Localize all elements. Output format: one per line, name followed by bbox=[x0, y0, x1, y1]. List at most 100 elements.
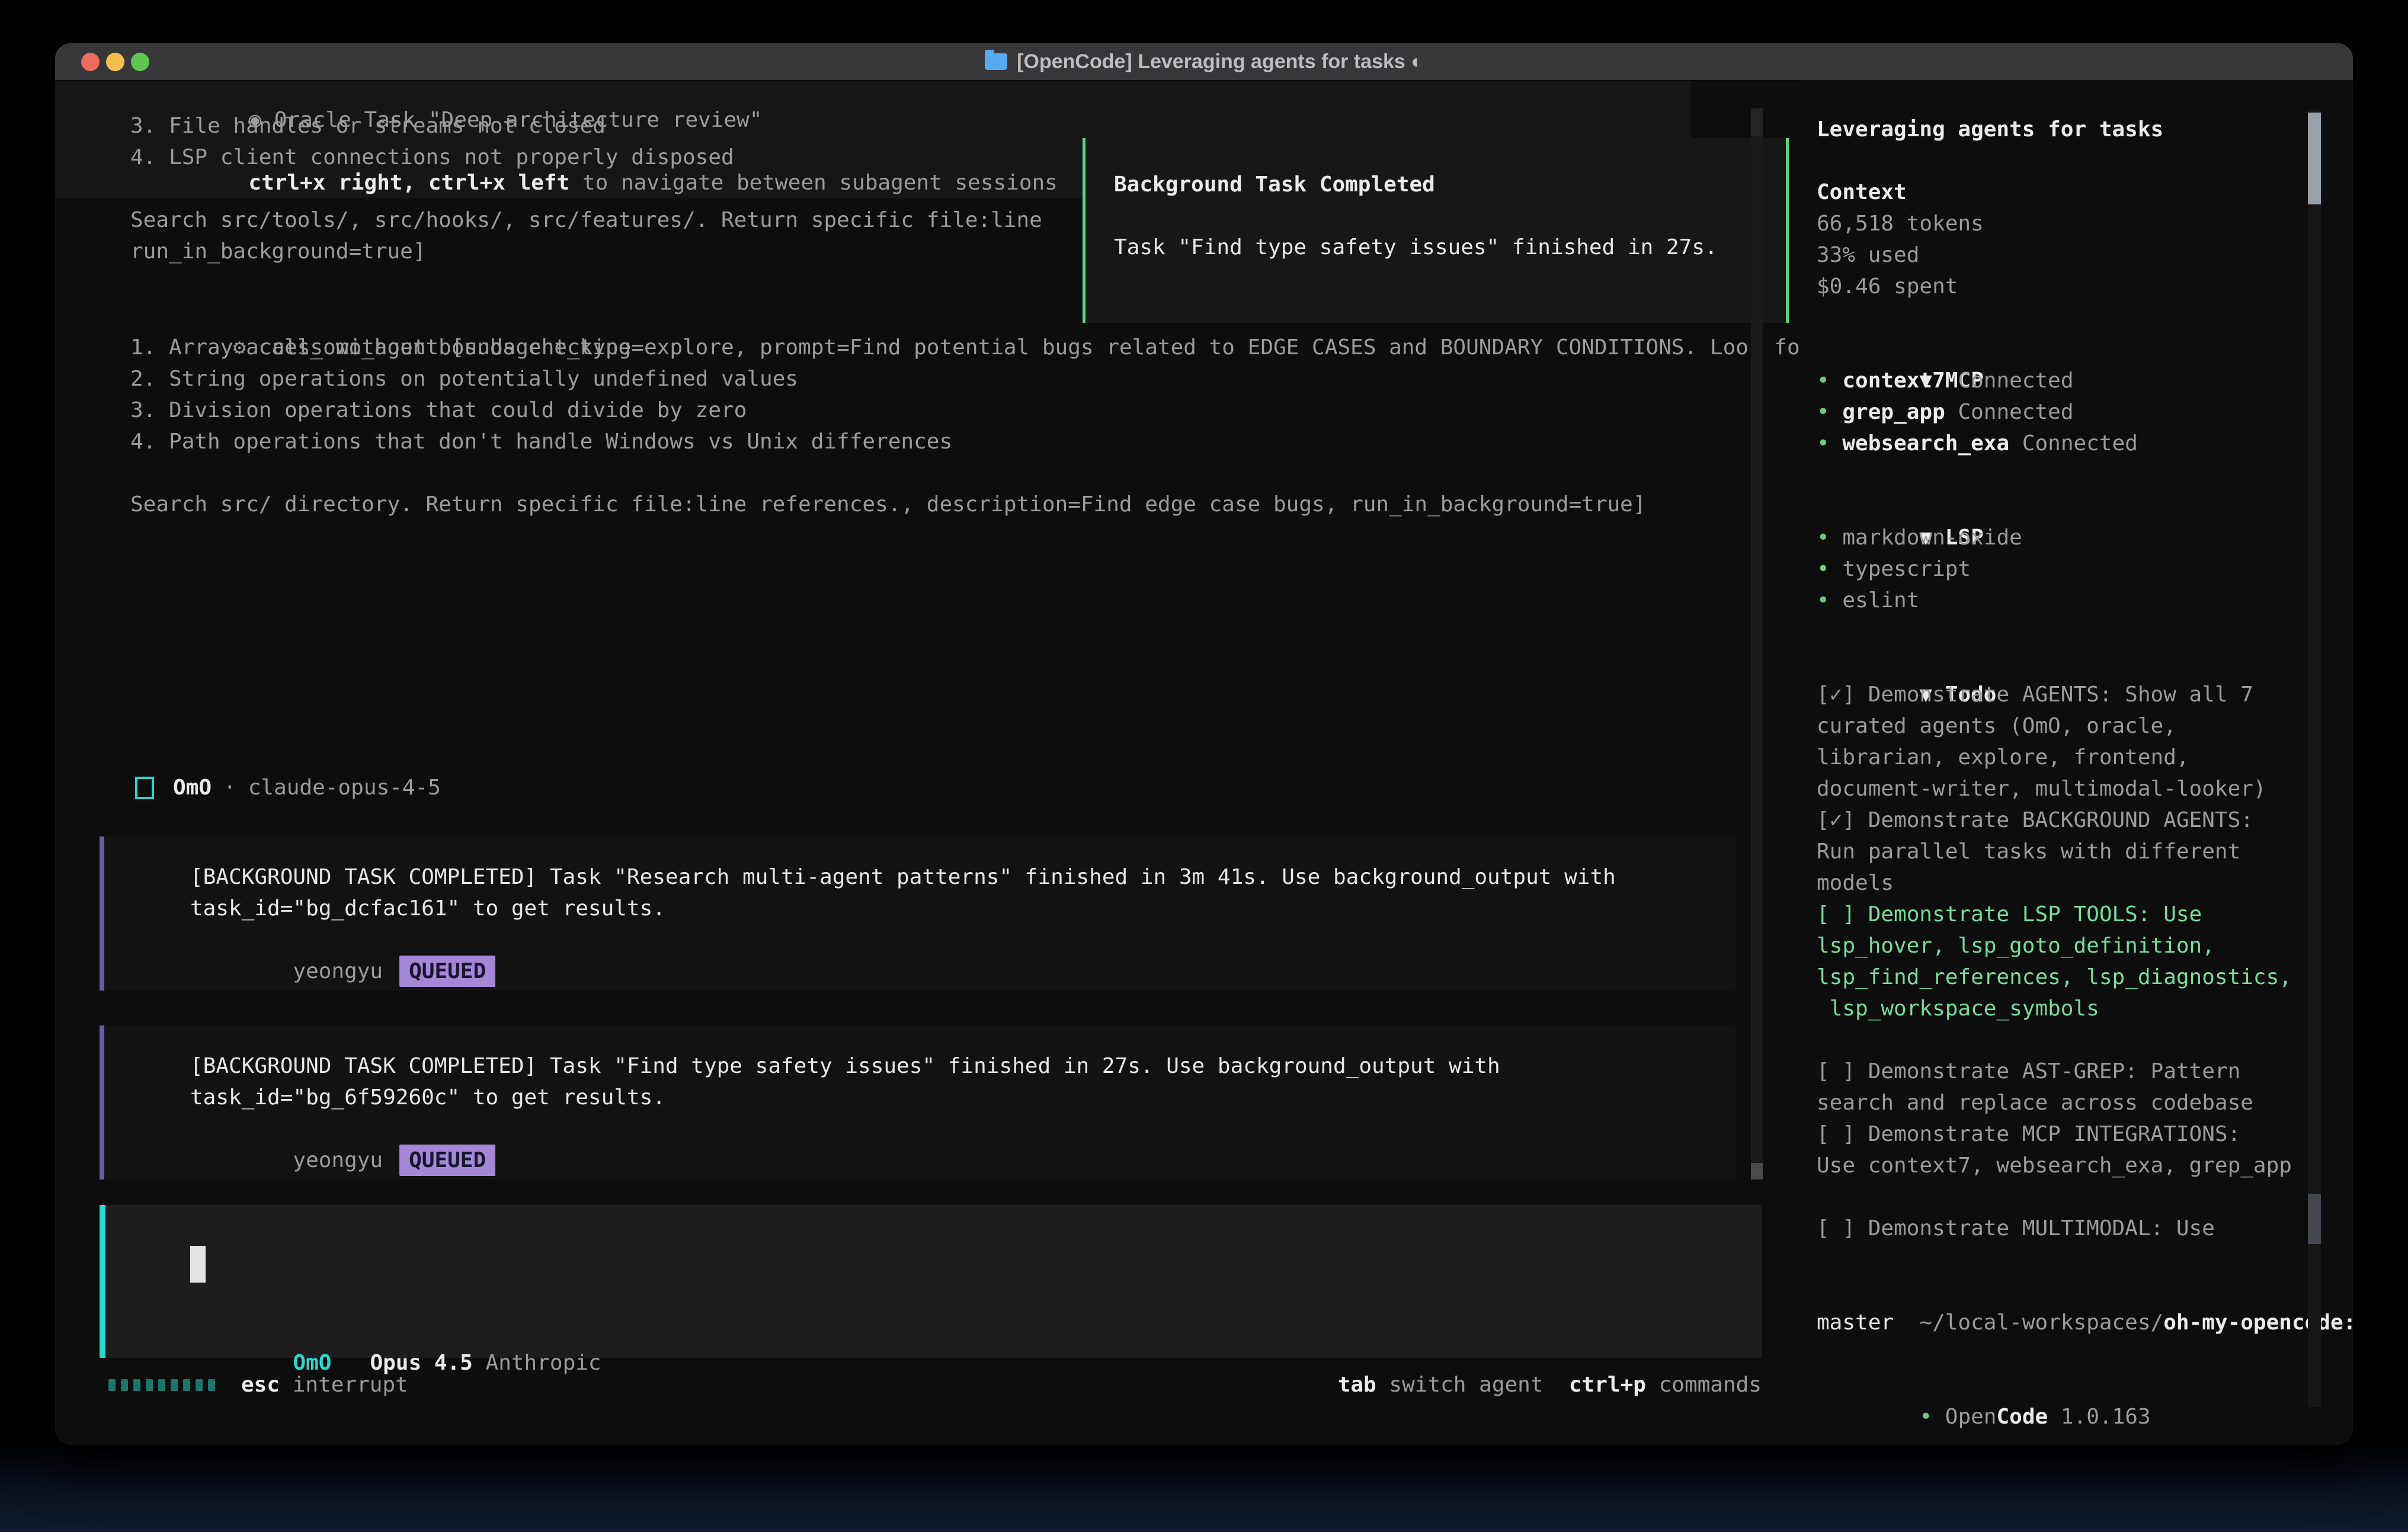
todo-line: Run parallel tasks with different bbox=[1817, 836, 2353, 867]
terminal-line: Search src/tools/, src/hooks/, src/featu… bbox=[130, 204, 1042, 236]
app-name-prefix: Open bbox=[1945, 1405, 1997, 1429]
sidebar-scrollbar-thumb[interactable] bbox=[2308, 113, 2321, 204]
mcp-item-status: Connected bbox=[1945, 368, 2074, 393]
session-sidebar: Leveraging agents for tasks Context 66,5… bbox=[1801, 80, 2353, 1445]
todo-line bbox=[1817, 1024, 2353, 1056]
session-title: Leveraging agents for tasks bbox=[1817, 114, 2353, 145]
workspace-path-prefix: ~/local-workspaces/ bbox=[1919, 1310, 2163, 1335]
ctrlp-key-hint: ctrl+p bbox=[1569, 1373, 1646, 1397]
context-spent: $0.46 spent bbox=[1817, 271, 2353, 302]
todo-line: librarian, explore, frontend, bbox=[1817, 742, 2353, 773]
terminal-output-top: 3. File handles or streams not closed4. … bbox=[130, 110, 1042, 267]
todo-line: [ ] Demonstrate AST-GREP: Pattern bbox=[1817, 1056, 2353, 1087]
mcp-item: • grep_app Connected bbox=[1817, 396, 2353, 428]
mcp-item-name: websearch_exa bbox=[1830, 431, 2009, 456]
agent-name: OmO bbox=[173, 772, 212, 803]
window-title: [OpenCode] Leveraging agents for tasks ◐ bbox=[1017, 50, 1423, 73]
lsp-item-name: eslint bbox=[1830, 588, 1920, 613]
tool-call-block: ⚙ call_omo_agent [subagent_type=explore,… bbox=[130, 300, 1813, 520]
task-line2: task_id="bg_dcfac161" to get results. bbox=[190, 893, 1735, 924]
terminal-line: run_in_background=true] bbox=[130, 236, 1042, 267]
notification-body: Task "Find type safety issues" finished … bbox=[1114, 232, 1786, 263]
todo-line: [ ] Demonstrate MCP INTEGRATIONS: bbox=[1817, 1118, 2353, 1150]
workspace-repo-name: oh-my-opencode: bbox=[2163, 1310, 2353, 1335]
mcp-item-status: Connected bbox=[1945, 400, 2074, 424]
mcp-item-name: context7 bbox=[1830, 368, 1945, 393]
main-scrollbar-track-cap bbox=[1751, 108, 1763, 136]
mcp-list: • context7 Connected• grep_app Connected… bbox=[1817, 365, 2353, 459]
todo-line: curated agents (OmO, oracle, bbox=[1817, 710, 2353, 742]
todo-section-header[interactable]: ▼ Todo bbox=[1817, 648, 2353, 679]
todo-line: lsp_hover, lsp_goto_definition, bbox=[1817, 930, 2353, 961]
todo-scrollbar-thumb[interactable] bbox=[2308, 1194, 2321, 1244]
working-spinner bbox=[108, 1379, 215, 1391]
tool-prompt-line bbox=[130, 457, 1813, 489]
todo-line: [ ] Demonstrate LSP TOOLS: Use bbox=[1817, 899, 2353, 930]
mcp-section-header[interactable]: ▼ MCP bbox=[1817, 334, 2353, 365]
todo-line: models bbox=[1817, 867, 2353, 899]
agent-header: OmO · claude-opus-4-5 bbox=[135, 772, 441, 803]
desktop-wallpaper-band bbox=[0, 1443, 2408, 1532]
lsp-section-header[interactable]: ▼ LSP bbox=[1817, 491, 2353, 522]
task-result-card: [BACKGROUND TASK COMPLETED] Task "Find t… bbox=[100, 1025, 1735, 1180]
main-scrollbar-thumb[interactable] bbox=[1751, 1163, 1763, 1180]
tool-prompt-line: Search src/ directory. Return specific f… bbox=[130, 489, 1813, 520]
status-dot-icon: • bbox=[1817, 368, 1830, 393]
terminal-window: [OpenCode] Leveraging agents for tasks ◐… bbox=[55, 43, 2353, 1445]
esc-action-label: interrupt bbox=[293, 1373, 408, 1397]
terminal-line bbox=[130, 173, 1042, 204]
prompt-input[interactable]: OmO Opus 4.5 Anthropic bbox=[100, 1205, 1762, 1358]
lsp-item: • markdown-oxide bbox=[1817, 522, 2353, 553]
status-badge: QUEUED bbox=[399, 1145, 495, 1176]
tool-prompt-line: 4. Path operations that don't handle Win… bbox=[130, 426, 1813, 457]
window-titlebar[interactable]: [OpenCode] Leveraging agents for tasks ◐ bbox=[55, 43, 2353, 81]
todo-line: [✓] Demonstrate BACKGROUND AGENTS: bbox=[1817, 805, 2353, 836]
mcp-item: • context7 Connected bbox=[1817, 365, 2353, 396]
tab-key-hint: tab bbox=[1338, 1373, 1376, 1397]
todo-line: [✓] Demonstrate AGENTS: Show all 7 bbox=[1817, 679, 2353, 710]
todo-line: lsp_find_references, lsp_diagnostics, bbox=[1817, 961, 2353, 993]
task-line2: task_id="bg_6f59260c" to get results. bbox=[190, 1082, 1735, 1113]
tool-prompt-line: 3. Division operations that could divide… bbox=[130, 395, 1813, 426]
lsp-item: • typescript bbox=[1817, 553, 2353, 585]
mcp-item: • websearch_exa Connected bbox=[1817, 428, 2353, 459]
agent-omo-icon bbox=[135, 777, 154, 799]
task-line1: [BACKGROUND TASK COMPLETED] Task "Find t… bbox=[190, 1050, 1735, 1082]
workspace-path: ~/local-workspaces/oh-my-opencode: bbox=[1817, 1275, 2353, 1307]
app-version: • OpenCode 1.0.163 bbox=[1817, 1370, 2353, 1401]
terminal-line: 3. File handles or streams not closed bbox=[130, 110, 1042, 142]
tab-action-label: switch agent bbox=[1389, 1373, 1543, 1397]
context-tokens: 66,518 tokens bbox=[1817, 208, 2353, 239]
task-result-card: [BACKGROUND TASK COMPLETED] Task "Resear… bbox=[100, 836, 1735, 991]
app-name-bold: Code bbox=[1996, 1405, 2048, 1429]
folder-icon bbox=[985, 53, 1007, 70]
agent-separator: · bbox=[223, 772, 236, 803]
status-dot-icon: • bbox=[1817, 525, 1830, 550]
status-dot-icon: • bbox=[1817, 588, 1830, 613]
ctrlp-action-label: commands bbox=[1659, 1373, 1762, 1397]
todo-line: search and replace across codebase bbox=[1817, 1087, 2353, 1118]
todo-line: [ ] Demonstrate MULTIMODAL: Use bbox=[1817, 1213, 2353, 1244]
todo-line bbox=[1817, 1181, 2353, 1213]
app-version-number: 1.0.163 bbox=[2061, 1405, 2151, 1429]
context-section-title: Context bbox=[1817, 177, 2353, 208]
context-used: 33% used bbox=[1817, 239, 2353, 271]
lsp-item-name: typescript bbox=[1830, 557, 1971, 581]
lsp-item: • eslint bbox=[1817, 585, 2353, 616]
mcp-item-status: Connected bbox=[2009, 431, 2138, 456]
tool-prompt-line: 2. String operations on potentially unde… bbox=[130, 363, 1813, 395]
status-badge: QUEUED bbox=[399, 956, 495, 987]
lsp-list: • markdown-oxide• typescript• eslint bbox=[1817, 522, 2353, 616]
todo-list: [✓] Demonstrate AGENTS: Show all 7curate… bbox=[1817, 679, 2353, 1244]
task-user: yeongyu bbox=[293, 1148, 383, 1172]
todo-line: document-writer, multimodal-looker) bbox=[1817, 773, 2353, 805]
todo-line: Use context7, websearch_exa, grep_app bbox=[1817, 1150, 2353, 1181]
main-scrollbar[interactable] bbox=[1751, 108, 1763, 1180]
status-dot-icon: • bbox=[1817, 557, 1830, 581]
task-user: yeongyu bbox=[293, 959, 383, 983]
status-dot-icon: • bbox=[1817, 400, 1830, 424]
status-dot-icon: • bbox=[1817, 431, 1830, 456]
notification-title: Background Task Completed bbox=[1114, 169, 1786, 200]
mcp-item-name: grep_app bbox=[1830, 400, 1945, 424]
desktop: [OpenCode] Leveraging agents for tasks ◐… bbox=[0, 0, 2408, 1532]
